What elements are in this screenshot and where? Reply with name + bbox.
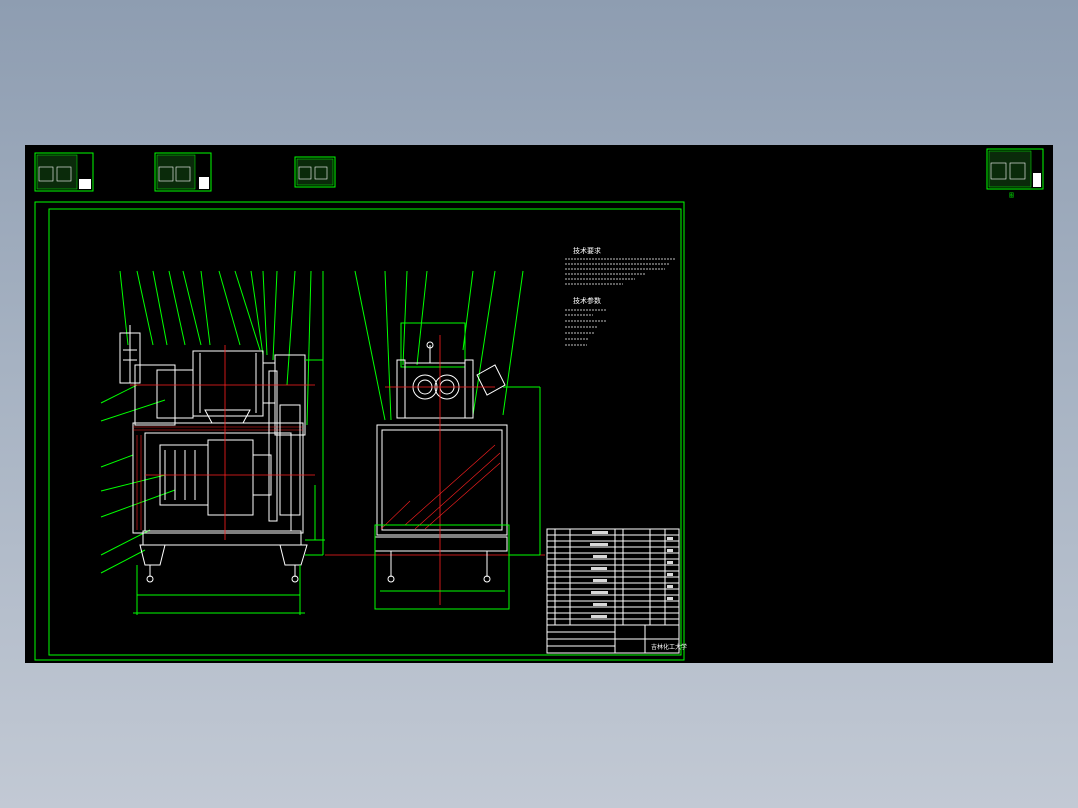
thumbnail-1[interactable]	[34, 152, 94, 192]
sheet-outer-frame	[34, 201, 685, 661]
school-name: 吉林化工大学	[651, 643, 687, 651]
thumbnail-4[interactable]: 图	[986, 148, 1044, 199]
sheet-inner-frame	[48, 208, 682, 656]
thumbnail-label: 图	[1009, 193, 1014, 199]
tech-req-title: 技术要求	[573, 246, 601, 255]
thumbnail-2[interactable]	[154, 152, 212, 192]
tech-param-title: 技术参数	[573, 296, 601, 305]
technical-requirements: 技术要求	[565, 246, 675, 285]
model-space-canvas[interactable]: 图 技术要求 技术参数 吉林化工大学	[25, 145, 1053, 663]
thumbnail-3[interactable]	[294, 156, 336, 188]
front-view	[100, 270, 325, 615]
parts-list	[546, 528, 680, 654]
side-view	[354, 270, 541, 610]
title-block: 吉林化工大学	[547, 624, 687, 653]
technical-parameters: 技术参数	[565, 296, 607, 346]
